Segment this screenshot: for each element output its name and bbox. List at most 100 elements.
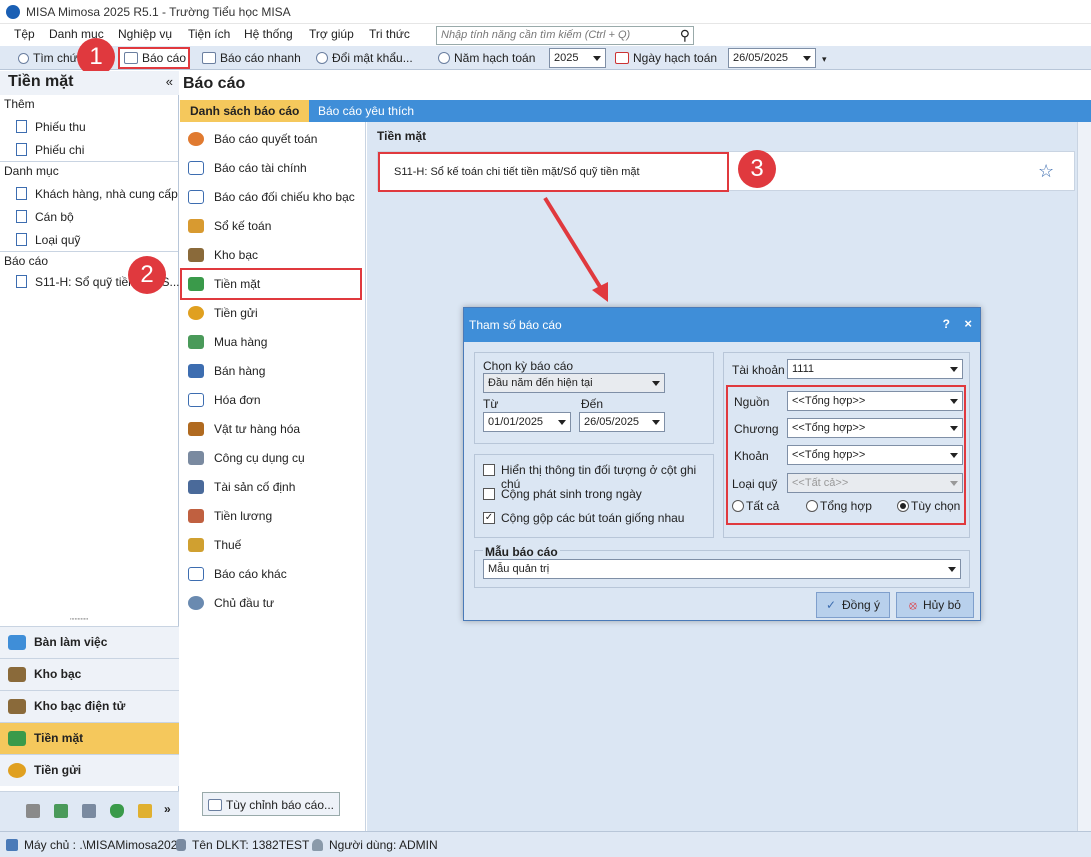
daily-total-checkbox[interactable] bbox=[483, 488, 495, 500]
source-select[interactable]: <<Tổng hợp>> bbox=[787, 391, 963, 411]
category-deposit[interactable]: Tiền gửi bbox=[188, 302, 258, 324]
shield-icon[interactable] bbox=[110, 804, 124, 818]
feature-search-input[interactable]: Nhập tính năng cần tìm kiếm (Ctrl + Q) ⚲ bbox=[436, 26, 694, 45]
category-settlement[interactable]: Báo cáo quyết toán bbox=[188, 128, 317, 150]
book-icon bbox=[188, 219, 204, 233]
star-icon[interactable]: ☆ bbox=[1038, 161, 1054, 182]
nav-deposit[interactable]: Tiền gửi bbox=[0, 754, 179, 786]
shortcut-icon[interactable] bbox=[54, 804, 68, 818]
chevron-down-icon bbox=[950, 399, 958, 404]
to-label: Đến bbox=[581, 397, 604, 411]
step-badge-3: 3 bbox=[738, 150, 776, 188]
close-icon[interactable]: × bbox=[964, 316, 972, 331]
category-financial[interactable]: Báo cáo tài chính bbox=[188, 157, 307, 179]
radio-summary[interactable] bbox=[806, 500, 818, 512]
radio-all[interactable] bbox=[732, 500, 744, 512]
nav-cash[interactable]: Tiền mặt bbox=[0, 722, 179, 754]
search-icon[interactable]: ⚲ bbox=[680, 27, 690, 44]
category-payroll[interactable]: Tiền lương bbox=[188, 505, 272, 527]
cancel-button[interactable]: ⦻ Hủy bỏ bbox=[896, 592, 974, 618]
menu-system[interactable]: Hệ thống bbox=[244, 27, 293, 41]
item-select[interactable]: <<Tổng hợp>> bbox=[787, 445, 963, 465]
account-select[interactable]: 1111 bbox=[787, 359, 963, 379]
quick-report-button[interactable]: Báo cáo nhanh bbox=[202, 49, 301, 67]
nav-treasury[interactable]: Kho bạc bbox=[0, 658, 179, 690]
overflow-icon[interactable]: » bbox=[164, 802, 171, 816]
report-button[interactable]: Báo cáo bbox=[118, 47, 190, 69]
key-icon bbox=[316, 52, 328, 64]
category-investor[interactable]: Chủ đầu tư bbox=[188, 592, 274, 614]
shortcut-icon[interactable] bbox=[26, 804, 40, 818]
category-cash[interactable]: Tiền mặt bbox=[180, 268, 362, 300]
chapter-select[interactable]: <<Tổng hợp>> bbox=[787, 418, 963, 438]
fiscal-year-select[interactable]: 2025 bbox=[549, 48, 606, 68]
report-name[interactable]: S11-H: Sổ kế toán chi tiết tiền mặt/Sổ q… bbox=[394, 166, 640, 178]
category-treasury-reconcile[interactable]: Báo cáo đối chiếu kho bạc bbox=[188, 186, 355, 208]
left-item-staff[interactable]: Cán bộ bbox=[16, 208, 74, 226]
category-tools[interactable]: Công cụ dụng cụ bbox=[188, 447, 305, 469]
help-icon[interactable]: ? bbox=[943, 317, 950, 331]
vertical-scrollbar[interactable] bbox=[1077, 122, 1091, 831]
tab-favorite-reports[interactable]: Báo cáo yêu thích bbox=[308, 100, 424, 122]
merge-entries-checkbox[interactable]: ✓ bbox=[483, 512, 495, 524]
report-params-dialog: Tham số báo cáo ? × Chọn kỳ báo cáo Đầu … bbox=[463, 307, 981, 621]
tab-report-list[interactable]: Danh sách báo cáo bbox=[180, 100, 310, 122]
show-object-checkbox[interactable] bbox=[483, 464, 495, 476]
document-icon bbox=[16, 120, 27, 133]
nav-e-treasury[interactable]: Kho bạc điện tử bbox=[0, 690, 179, 722]
report-row[interactable]: S11-H: Sổ kế toán chi tiết tiền mặt/Sổ q… bbox=[377, 151, 1075, 192]
menu-utilities[interactable]: Tiện ích bbox=[188, 27, 230, 41]
dialog-title: Tham số báo cáo bbox=[469, 318, 562, 332]
group-add-label: Thêm bbox=[4, 97, 35, 111]
user-status: Người dùng: ADMIN bbox=[312, 838, 438, 852]
category-purchase[interactable]: Mua hàng bbox=[188, 331, 267, 353]
window-title: MISA Mimosa 2025 R5.1 - Trường Tiểu học … bbox=[26, 5, 291, 19]
category-tax[interactable]: Thuế bbox=[188, 534, 241, 556]
toolbar-overflow-icon[interactable]: ▾ bbox=[822, 54, 827, 65]
wallet-icon bbox=[188, 509, 204, 523]
period-select[interactable]: Đầu năm đến hiện tại bbox=[483, 373, 665, 393]
menu-help[interactable]: Trợ giúp bbox=[309, 27, 354, 41]
dialog-body: Chọn kỳ báo cáo Đầu năm đến hiện tại Từ … bbox=[464, 342, 980, 620]
splitter-handle[interactable]: '''''''''''' bbox=[70, 617, 88, 626]
shortcut-icon[interactable] bbox=[82, 804, 96, 818]
change-password-button[interactable]: Đổi mật khẩu... bbox=[316, 49, 413, 67]
from-date-picker[interactable]: 01/01/2025 bbox=[483, 412, 571, 432]
page-title: Báo cáo bbox=[183, 75, 246, 92]
category-invoice[interactable]: Hóa đơn bbox=[188, 389, 261, 411]
report-doc-icon bbox=[16, 275, 27, 288]
document-icon bbox=[188, 161, 204, 175]
template-select[interactable]: Mẫu quản trị bbox=[483, 559, 961, 579]
radio-custom[interactable] bbox=[897, 500, 909, 512]
left-item-customers[interactable]: Khách hàng, nhà cung cấp bbox=[16, 185, 178, 203]
folder-icon[interactable] bbox=[138, 804, 152, 818]
left-item-fund-type[interactable]: Loại quỹ bbox=[16, 231, 80, 249]
category-inventory[interactable]: Vật tư hàng hóa bbox=[188, 418, 300, 440]
category-other[interactable]: Báo cáo khác bbox=[188, 563, 287, 585]
category-treasury[interactable]: Kho bạc bbox=[188, 244, 258, 266]
sales-icon bbox=[188, 364, 204, 378]
menu-knowledge[interactable]: Tri thức bbox=[369, 27, 410, 41]
nav-workspace[interactable]: Bàn làm việc bbox=[0, 626, 179, 658]
group-catalog-label: Danh mục bbox=[4, 164, 59, 178]
menu-operations[interactable]: Nghiệp vụ bbox=[118, 27, 172, 41]
left-item-payment[interactable]: Phiếu chi bbox=[16, 141, 84, 159]
customize-report-button[interactable]: Tùy chỉnh báo cáo... bbox=[202, 792, 340, 816]
posting-date-picker[interactable]: 26/05/2025 bbox=[728, 48, 816, 68]
ok-button[interactable]: ✓ Đồng ý bbox=[816, 592, 890, 618]
collapse-icon[interactable]: « bbox=[166, 74, 173, 89]
app-logo-icon bbox=[6, 5, 20, 19]
chevron-down-icon bbox=[950, 453, 958, 458]
category-fixed-assets[interactable]: Tài sản cố định bbox=[188, 476, 295, 498]
left-item-receipt[interactable]: Phiếu thu bbox=[16, 118, 86, 136]
menu-file[interactable]: Tệp bbox=[14, 27, 35, 41]
db-status: Tên DLKT: 1382TEST bbox=[176, 838, 309, 852]
category-ledger[interactable]: Sổ kế toán bbox=[188, 215, 271, 237]
period-group: Chọn kỳ báo cáo Đầu năm đến hiện tại Từ … bbox=[474, 352, 714, 444]
status-bar: Máy chủ : .\MISAMimosa2022 Tên DLKT: 138… bbox=[0, 831, 1091, 857]
chevron-down-icon bbox=[950, 426, 958, 431]
to-date-picker[interactable]: 26/05/2025 bbox=[579, 412, 665, 432]
coin-icon bbox=[188, 306, 204, 320]
tax-icon bbox=[188, 538, 204, 552]
category-sales[interactable]: Bán hàng bbox=[188, 360, 265, 382]
